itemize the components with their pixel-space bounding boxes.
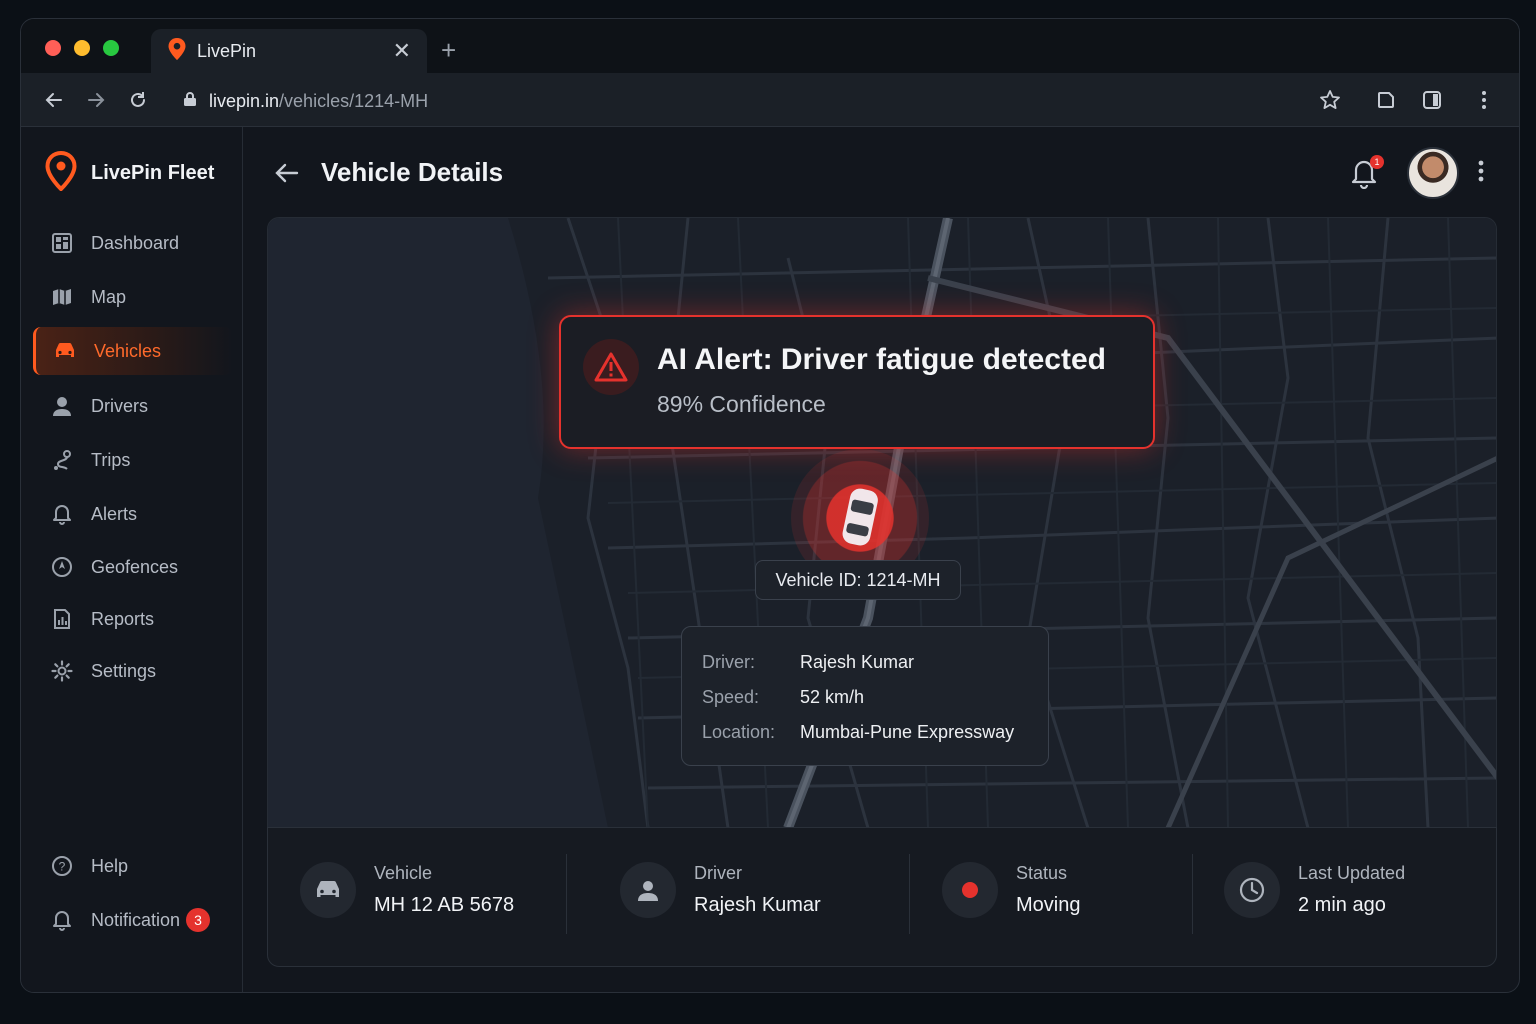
brand-name: LivePin Fleet (91, 162, 215, 184)
sidebar-item-alerts[interactable]: Alerts (33, 490, 233, 538)
stat-updated-value: 2 min ago (1298, 894, 1386, 916)
notification-count-badge: 3 (186, 908, 211, 932)
ai-alert-card[interactable]: AI Alert: Driver fatigue detected 89% Co… (559, 315, 1155, 449)
sidebar-item-notification[interactable]: Notification 3 (33, 896, 233, 944)
user-icon (620, 862, 676, 918)
sidebar-item-label: Reports (91, 608, 155, 629)
divider (566, 854, 567, 934)
logo-pin-icon (45, 150, 77, 196)
stat-status-label: Status (1016, 863, 1068, 883)
speed-label: Speed: (702, 687, 760, 707)
alert-confidence: 89% Confidence (657, 391, 826, 417)
status-dot-icon (942, 862, 998, 918)
driver-label: Driver: (702, 652, 755, 672)
report-icon (49, 606, 75, 632)
location-label: Location: (702, 722, 776, 742)
map-icon (49, 284, 75, 310)
sidebar: LivePin Fleet Dashboard Map Vehicles Dri… (21, 127, 243, 992)
car-icon (52, 338, 78, 364)
vehicle-id-label: Vehicle ID: 1214-MH (755, 560, 961, 600)
maximize-window-button[interactable] (103, 40, 119, 56)
stat-status: Status Moving (942, 860, 1080, 920)
browser-menu-icon[interactable] (1471, 87, 1497, 113)
geofence-icon (49, 554, 75, 580)
pin-icon (167, 37, 187, 66)
sidebar-item-map[interactable]: Map (33, 273, 233, 321)
divider (909, 854, 910, 934)
address-bar: livepin.in/vehicles/1214-MH (21, 73, 1519, 127)
clock-icon (1224, 862, 1280, 918)
tab-title: LivePin (197, 40, 257, 61)
stat-driver-label: Driver (694, 863, 742, 883)
sidebar-item-geofences[interactable]: Geofences (33, 543, 233, 591)
close-window-button[interactable] (45, 40, 61, 56)
browser-tab[interactable]: LivePin ✕ (151, 29, 427, 73)
sidebar-item-label: Map (91, 286, 127, 307)
sidebar-item-label: Trips (91, 449, 131, 470)
reload-icon[interactable] (125, 87, 151, 113)
divider (1192, 854, 1193, 934)
avatar[interactable] (1407, 147, 1459, 199)
more-options-icon[interactable] (1477, 159, 1485, 188)
extension-icon[interactable] (1373, 87, 1399, 113)
stat-last-updated: Last Updated 2 min ago (1224, 860, 1405, 920)
sidebar-item-label: Alerts (91, 503, 138, 524)
stat-driver: Driver Rajesh Kumar (620, 860, 821, 920)
lock-icon (183, 91, 197, 112)
vehicle-info-popup: Driver: Rajesh Kumar Speed: 52 km/h Loca… (681, 626, 1049, 766)
back-arrow-icon[interactable] (273, 159, 301, 192)
notification-bell-icon (49, 907, 75, 933)
driver-value: Rajesh Kumar (800, 652, 915, 672)
alert-title: AI Alert: Driver fatigue detected (657, 343, 1106, 376)
bell-icon (49, 501, 75, 527)
help-icon: ? (49, 853, 75, 879)
sidebar-item-label: Notification (91, 909, 181, 930)
user-icon (49, 393, 75, 419)
speed-value: 52 km/h (800, 687, 865, 707)
stat-driver-value: Rajesh Kumar (694, 894, 821, 916)
stat-vehicle-label: Vehicle (374, 863, 433, 883)
sidebar-item-reports[interactable]: Reports (33, 595, 233, 643)
url-path: /vehicles/1214-MH (279, 90, 429, 111)
sidebar-item-label: Dashboard (91, 232, 180, 253)
sidebar-item-label: Geofences (91, 556, 179, 577)
sidebar-item-help[interactable]: ? Help (33, 842, 233, 890)
sidebar-item-trips[interactable]: Trips (33, 436, 233, 484)
bell-badge: 1 (1370, 155, 1384, 169)
sidebar-item-label: Settings (91, 660, 157, 681)
sidebar-item-vehicles[interactable]: Vehicles (33, 327, 233, 375)
dashboard-icon (49, 230, 75, 256)
new-tab-button[interactable]: + (441, 35, 456, 66)
tab-close-icon[interactable]: ✕ (393, 38, 411, 64)
stat-updated-label: Last Updated (1298, 863, 1406, 883)
gear-icon (49, 658, 75, 684)
svg-text:?: ? (59, 860, 66, 874)
url-host: livepin.in (209, 90, 280, 111)
route-icon (49, 447, 75, 473)
stat-vehicle-value: MH 12 AB 5678 (374, 894, 515, 916)
car-icon (300, 862, 356, 918)
forward-icon[interactable] (83, 87, 109, 113)
sidebar-item-dashboard[interactable]: Dashboard (33, 219, 233, 267)
stat-status-value: Moving (1016, 894, 1081, 916)
browser-window: LivePin ✕ + livepin.in/vehicles/1214-MH (20, 18, 1520, 993)
sidebar-item-label: Drivers (91, 395, 148, 416)
minimize-window-button[interactable] (74, 40, 90, 56)
bookmark-star-icon[interactable] (1317, 87, 1343, 113)
stat-vehicle: Vehicle MH 12 AB 5678 (300, 860, 514, 920)
sidepanel-icon[interactable] (1419, 87, 1445, 113)
page-title: Vehicle Details (321, 157, 504, 187)
warning-triangle-icon (583, 339, 639, 395)
url-field[interactable]: livepin.in/vehicles/1214-MH (183, 87, 428, 115)
location-value: Mumbai-Pune Expressway (800, 722, 1015, 742)
sidebar-item-label: Help (91, 855, 129, 876)
sidebar-item-settings[interactable]: Settings (33, 647, 233, 695)
back-icon[interactable] (41, 87, 67, 113)
vehicle-stats-bar: Vehicle MH 12 AB 5678 Driver Rajesh Kuma… (267, 827, 1497, 967)
brand[interactable]: LivePin Fleet (45, 150, 215, 196)
sidebar-item-drivers[interactable]: Drivers (33, 382, 233, 430)
tab-bar: LivePin ✕ + (21, 19, 1519, 73)
sidebar-item-label: Vehicles (94, 340, 162, 361)
